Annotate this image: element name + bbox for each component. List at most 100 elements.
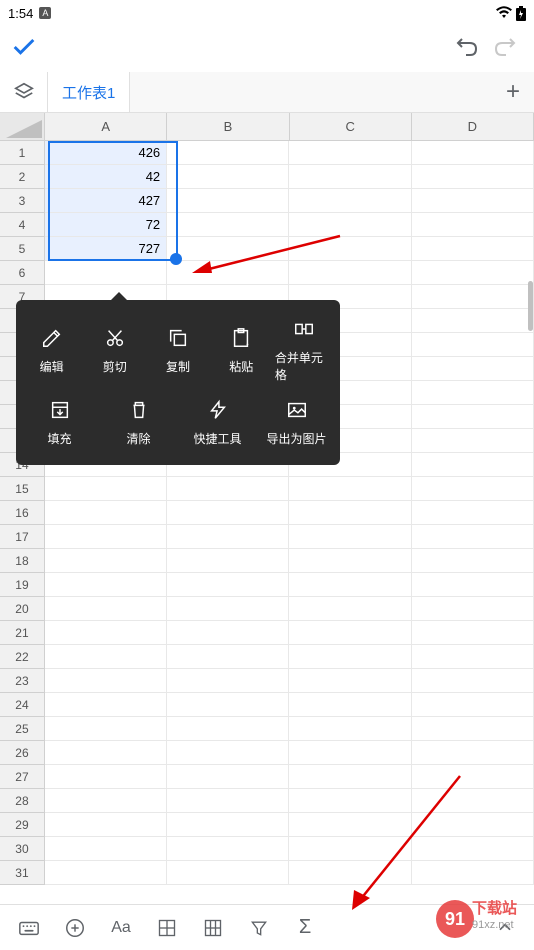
filter-button[interactable] (238, 907, 280, 949)
cell[interactable] (412, 645, 534, 669)
cell[interactable] (167, 501, 289, 525)
cell[interactable] (167, 741, 289, 765)
cell[interactable] (167, 141, 289, 165)
cell[interactable] (167, 525, 289, 549)
cell[interactable] (167, 813, 289, 837)
cell[interactable] (45, 669, 167, 693)
cell[interactable]: 72 (45, 213, 167, 237)
sheet-tab-active[interactable]: 工作表1 (48, 72, 130, 112)
cell[interactable] (412, 621, 534, 645)
cell[interactable] (45, 837, 167, 861)
cell[interactable] (412, 453, 534, 477)
cell-button[interactable] (146, 907, 188, 949)
cell[interactable] (45, 525, 167, 549)
cell[interactable] (412, 213, 534, 237)
cell[interactable] (45, 813, 167, 837)
cell[interactable] (167, 621, 289, 645)
row-header[interactable]: 19 (0, 573, 45, 597)
row-header[interactable]: 15 (0, 477, 45, 501)
cell[interactable] (412, 549, 534, 573)
cell[interactable] (412, 717, 534, 741)
cell[interactable]: 727 (45, 237, 167, 261)
row-header[interactable]: 21 (0, 621, 45, 645)
cell[interactable] (167, 477, 289, 501)
cell[interactable] (45, 789, 167, 813)
menu-item-image[interactable]: 导出为图片 (257, 391, 336, 455)
menu-item-paste[interactable]: 粘贴 (210, 310, 273, 391)
cell[interactable] (289, 597, 411, 621)
menu-item-edit[interactable]: 编辑 (20, 310, 83, 391)
row-header[interactable]: 27 (0, 765, 45, 789)
cell[interactable] (289, 525, 411, 549)
cell[interactable] (167, 645, 289, 669)
cell[interactable] (45, 621, 167, 645)
row-header[interactable]: 29 (0, 813, 45, 837)
cell[interactable] (167, 165, 289, 189)
cell[interactable] (412, 693, 534, 717)
cell[interactable] (289, 717, 411, 741)
undo-button[interactable] (448, 30, 486, 68)
cell[interactable] (167, 765, 289, 789)
confirm-button[interactable] (10, 33, 38, 66)
cell[interactable] (45, 597, 167, 621)
cell[interactable] (289, 477, 411, 501)
add-button[interactable] (54, 907, 96, 949)
cell[interactable] (412, 597, 534, 621)
menu-item-delete[interactable]: 清除 (99, 391, 178, 455)
row-header[interactable]: 28 (0, 789, 45, 813)
cell[interactable] (45, 717, 167, 741)
col-header-a[interactable]: A (45, 113, 167, 140)
add-sheet-button[interactable]: + (492, 72, 534, 112)
row-header[interactable]: 22 (0, 645, 45, 669)
cell[interactable] (45, 501, 167, 525)
cell[interactable] (412, 501, 534, 525)
cell[interactable] (45, 261, 167, 285)
redo-button[interactable] (486, 30, 524, 68)
cell[interactable] (167, 693, 289, 717)
cell[interactable] (45, 477, 167, 501)
cell[interactable] (167, 717, 289, 741)
menu-item-flash[interactable]: 快捷工具 (178, 391, 257, 455)
row-header[interactable]: 6 (0, 261, 45, 285)
row-header[interactable]: 1 (0, 141, 45, 165)
cell[interactable] (412, 165, 534, 189)
cell[interactable] (167, 573, 289, 597)
row-header[interactable]: 18 (0, 549, 45, 573)
font-button[interactable]: Aa (100, 907, 142, 949)
row-header[interactable]: 4 (0, 213, 45, 237)
cell[interactable] (289, 669, 411, 693)
cell[interactable] (412, 141, 534, 165)
cell[interactable] (412, 261, 534, 285)
cell[interactable] (45, 645, 167, 669)
cell[interactable] (167, 861, 289, 885)
row-header[interactable]: 26 (0, 741, 45, 765)
cell[interactable] (45, 741, 167, 765)
cell[interactable] (45, 573, 167, 597)
cell[interactable] (289, 141, 411, 165)
cell[interactable] (412, 189, 534, 213)
cell[interactable] (412, 429, 534, 453)
row-header[interactable]: 31 (0, 861, 45, 885)
cell[interactable] (167, 549, 289, 573)
cell[interactable] (412, 285, 534, 309)
cell[interactable] (412, 741, 534, 765)
cell[interactable] (167, 669, 289, 693)
cell[interactable] (289, 189, 411, 213)
row-header[interactable]: 23 (0, 669, 45, 693)
cell[interactable] (412, 669, 534, 693)
row-header[interactable]: 25 (0, 717, 45, 741)
cell[interactable]: 42 (45, 165, 167, 189)
menu-item-copy[interactable]: 复制 (146, 310, 209, 391)
row-header[interactable]: 16 (0, 501, 45, 525)
row-header[interactable]: 20 (0, 597, 45, 621)
cell[interactable] (167, 189, 289, 213)
cell[interactable] (45, 765, 167, 789)
keyboard-button[interactable] (8, 907, 50, 949)
cell[interactable] (289, 741, 411, 765)
menu-item-fill[interactable]: 填充 (20, 391, 99, 455)
cell[interactable] (412, 309, 534, 333)
cell[interactable] (45, 693, 167, 717)
cell[interactable] (167, 597, 289, 621)
cell[interactable] (412, 525, 534, 549)
cell[interactable] (289, 549, 411, 573)
